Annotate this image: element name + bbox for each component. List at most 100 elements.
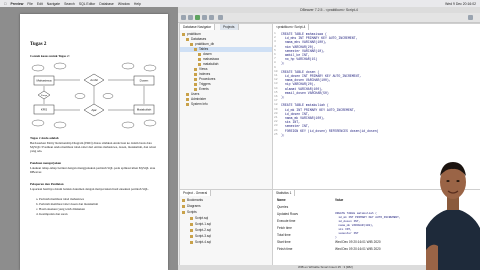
erd-entity: Matakuliah (137, 108, 152, 112)
tree-item[interactable]: System Info (180, 102, 272, 107)
mac-menubar:  Preview File Edit Navigate Search SQL … (0, 0, 480, 7)
project-item[interactable]: Bookmarks (182, 198, 203, 203)
project-item-label: Script-3.sql (195, 234, 211, 238)
project-item[interactable]: Script-4.sql (190, 240, 211, 245)
menu-item[interactable]: Edit (37, 2, 43, 6)
stat-key: Total time (277, 233, 291, 237)
search-icon[interactable] (218, 15, 223, 20)
apple-icon[interactable]:  (4, 2, 7, 6)
folder-icon (194, 47, 197, 51)
line-number: 17 (274, 99, 278, 103)
menu-item[interactable]: Database (99, 2, 114, 6)
project-panel: Project - General Bookmarks Diagrams Scrip… (179, 189, 273, 266)
database-navigator: Database Navigator Projects praktikum Dat… (179, 23, 273, 190)
document-viewer: Tugas 2 Contoh kasus untuk Tugas 2: Maha… (0, 7, 178, 270)
line-number: 3 (274, 40, 276, 44)
menu-item[interactable]: Search (64, 2, 75, 6)
tab-sql-script[interactable]: <praktikum> Script-4 (273, 24, 310, 30)
folder-icon (198, 62, 201, 66)
project-item[interactable]: Script-2.sql (190, 228, 211, 233)
project-item-label: Diagrams (187, 204, 201, 208)
menubar-clock: Wed 9 Dec 20:16:02 (445, 1, 476, 6)
folder-icon (194, 67, 197, 71)
folder-icon (186, 92, 189, 96)
document-page[interactable]: Tugas 2 Contoh kasus untuk Tugas 2: Maha… (20, 14, 168, 270)
menu-item[interactable]: File (27, 2, 32, 6)
folder-icon (182, 32, 185, 36)
menu-item[interactable]: SQL Editor (79, 2, 95, 6)
run-icon[interactable] (195, 15, 200, 20)
status-text: WIB en Writable Smart Insert 25 : 3 [982… (298, 265, 353, 269)
script-icon (190, 222, 193, 226)
project-item[interactable]: Script-1.sql (190, 222, 211, 227)
code-line[interactable]: FOREIGN KEY (id_dosen) REFERENCES dosen(… (281, 129, 379, 133)
stat-key: Updated Rows (277, 212, 298, 216)
erd-entity: KRS (41, 108, 47, 112)
tab-statistics[interactable]: Statistics 1 (273, 190, 296, 196)
line-number: 20 (274, 111, 278, 115)
folder-icon (194, 77, 197, 81)
erd-relation: Punya (41, 95, 48, 97)
commit-icon[interactable] (202, 15, 207, 20)
line-number: 6 (274, 53, 276, 56)
script-icon (190, 234, 193, 238)
stat-value: Wed Dec 09 20:16:01 WIB 2020 (335, 240, 381, 244)
code-line[interactable]: email_dosen VARCHAR(50) (281, 91, 329, 95)
tree-item-label: matakuliah (203, 62, 219, 66)
folder-icon (186, 37, 189, 41)
task-heading: Tugas 2 Anda adalah (30, 136, 59, 140)
code-line[interactable]: ); (281, 61, 285, 65)
tab-project-general[interactable]: Project - General (180, 190, 212, 196)
menu-item[interactable]: Window (118, 2, 130, 6)
line-number: 4 (274, 44, 276, 48)
script-icon (190, 216, 193, 220)
stat-key: Finish time (277, 247, 293, 251)
folder-icon (194, 72, 197, 76)
project-item-label: Script-2.sql (195, 228, 211, 232)
tab-projects[interactable]: Projects (220, 24, 239, 30)
line-number: 23 (274, 124, 278, 128)
project-item[interactable]: Script.sql (190, 216, 208, 221)
tree-item-label: Tables (199, 47, 209, 51)
project-item[interactable]: Script-3.sql (190, 234, 211, 239)
tab-database-navigator[interactable]: Database Navigator (180, 24, 216, 30)
guide-text: Lakukan tahap-tahap berikut dengan mengg… (30, 166, 156, 174)
tree-item-label: Triggers (199, 82, 211, 86)
presenter-webcam (426, 162, 480, 270)
tree-item-label: Databases (191, 37, 207, 41)
line-number: 18 (274, 103, 278, 107)
line-number: 24 (274, 128, 278, 132)
line-number: 13 (274, 82, 278, 86)
line-number: 15 (274, 90, 278, 94)
code-line[interactable]: no_hp VARCHAR(15) (281, 57, 318, 61)
code-line[interactable]: ); (281, 95, 285, 99)
tree-item-label: praktikum_db (195, 42, 215, 46)
line-number: 12 (274, 78, 278, 82)
task-text: Berdasarkan Entity Relationship Diagram … (30, 141, 156, 153)
sql-editor-icon[interactable] (188, 15, 193, 20)
folder-icon (198, 52, 201, 56)
line-number: 5 (274, 48, 276, 52)
menu-item[interactable]: Navigate (47, 2, 60, 6)
new-connection-icon[interactable] (181, 15, 186, 20)
rollback-icon[interactable] (209, 15, 214, 20)
stat-value: Value (335, 198, 344, 202)
navigator-tree: praktikum Databases praktikum_db Tables dose… (180, 32, 272, 132)
list-item: b. Perintah membuat tabel dosen dan mata… (36, 202, 99, 206)
line-number: 16 (274, 95, 278, 98)
folder-icon (182, 210, 185, 214)
line-number: 2 (274, 36, 276, 40)
tree-item-label: mahasiswa (203, 57, 219, 61)
menu-item[interactable]: Preview (11, 2, 24, 6)
script-icon (190, 228, 193, 232)
perspective-icon[interactable] (468, 15, 473, 20)
doc-heading: Tugas 2 (30, 42, 47, 47)
project-tree: Bookmarks Diagrams Scripts Script.sql Script… (180, 198, 272, 264)
project-item[interactable]: Scripts (182, 210, 197, 215)
erd-entity: Dosen (140, 79, 149, 83)
code-line[interactable]: ); (281, 133, 285, 137)
tree-item-label: Users (191, 92, 200, 96)
menu-item[interactable]: Help (134, 2, 141, 6)
project-item[interactable]: Diagrams (182, 204, 201, 209)
tree-item-label: praktikum (187, 32, 201, 36)
